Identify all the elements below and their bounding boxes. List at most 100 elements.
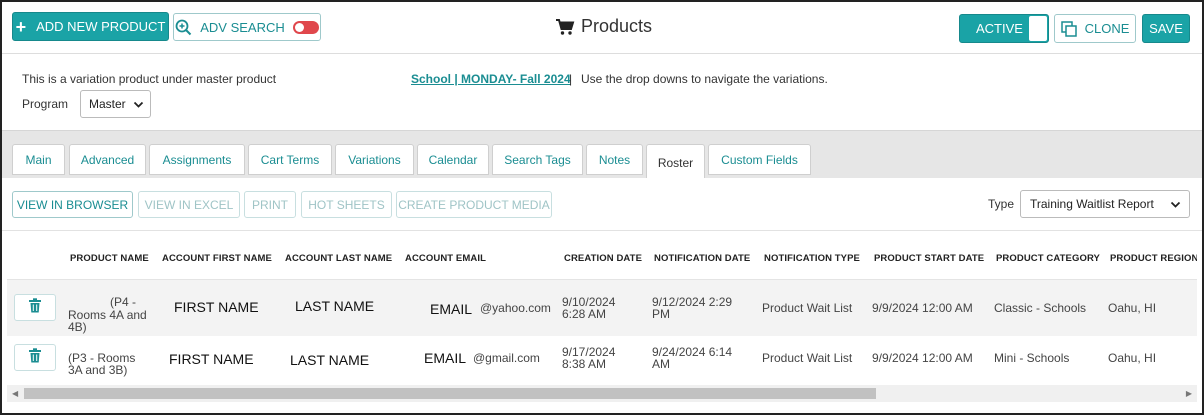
scrollbar-thumb[interactable]: [24, 388, 876, 399]
tab-label: Notes: [598, 152, 631, 167]
plus-icon: +: [15, 16, 27, 37]
tab-label: Advanced: [80, 152, 135, 167]
notification-date-line: AM: [652, 357, 670, 371]
column-header[interactable]: PRODUCT NAME: [70, 253, 149, 264]
horizontal-scrollbar[interactable]: ◀ ▶: [7, 385, 1197, 402]
tab-main[interactable]: Main: [12, 144, 65, 175]
view-in-browser-label: VIEW IN BROWSER: [16, 197, 129, 212]
shopping-cart-icon: [555, 18, 575, 36]
print-label: PRINT: [252, 197, 288, 212]
notification-type: Product Wait List: [762, 351, 853, 365]
app-window: + ADD NEW PRODUCT ADV SEARCH Products AC…: [0, 0, 1204, 415]
page-header: Products: [555, 16, 652, 37]
view-in-browser-button[interactable]: VIEW IN BROWSER: [12, 191, 133, 218]
account-email-domain: @gmail.com: [473, 351, 540, 365]
save-button[interactable]: SAVE: [1142, 14, 1190, 43]
tab-label: Assignments: [162, 152, 232, 167]
add-new-product-button[interactable]: + ADD NEW PRODUCT: [12, 12, 169, 41]
scroll-right-icon[interactable]: ▶: [1186, 389, 1192, 398]
print-button[interactable]: PRINT: [244, 191, 296, 218]
product-region: Oahu, HI: [1108, 351, 1157, 365]
account-last-name: LAST NAME: [290, 352, 370, 368]
tab-label: Roster: [657, 155, 694, 170]
column-header[interactable]: ACCOUNT FIRST NAME: [162, 253, 272, 264]
info-separator: |: [569, 72, 573, 86]
chevron-down-icon: [133, 99, 144, 113]
product-name-line: 3A and 3B): [68, 363, 128, 377]
variation-note: This is a variation product under master…: [22, 72, 277, 86]
account-first-name: FIRST NAME: [169, 351, 254, 367]
create-product-media-button[interactable]: CREATE PRODUCT MEDIA: [396, 191, 552, 218]
scroll-left-icon[interactable]: ◀: [12, 389, 18, 398]
tab-label: Main: [25, 152, 52, 167]
tab-notes[interactable]: Notes: [586, 144, 643, 175]
product-name-line: (P4 -: [110, 295, 137, 309]
active-toggle-button[interactable]: ACTIVE: [959, 14, 1049, 43]
tab-label: Search Tags: [504, 152, 571, 167]
notification-type: Product Wait List: [762, 301, 853, 315]
trash-icon: [28, 297, 42, 318]
report-type-select[interactable]: Training Waitlist Report: [1020, 190, 1190, 218]
delete-row-button[interactable]: [14, 344, 56, 371]
active-toggle-knob: [1029, 16, 1047, 41]
tab-search-tags[interactable]: Search Tags: [492, 144, 583, 175]
column-header[interactable]: NOTIFICATION TYPE: [764, 253, 860, 264]
tab-label: Calendar: [428, 152, 478, 167]
adv-search-button[interactable]: ADV SEARCH: [173, 13, 321, 41]
column-header[interactable]: PRODUCT START DATE: [874, 253, 984, 264]
tab-advanced[interactable]: Advanced: [69, 144, 146, 175]
column-header[interactable]: PRODUCT REGION: [1110, 253, 1197, 264]
account-last-name: LAST NAME: [295, 298, 375, 314]
product-category: Classic - Schools: [994, 301, 1087, 315]
product-start-date: 9/9/2024 12:00 AM: [872, 351, 973, 365]
program-select-value: Master: [89, 97, 126, 111]
type-label: Type: [988, 197, 1015, 211]
tab-cart-terms[interactable]: Cart Terms: [248, 144, 332, 175]
creation-date-line: 6:28 AM: [562, 307, 607, 321]
roster-table: PRODUCT NAME ACCOUNT FIRST NAME ACCOUNT …: [7, 232, 1197, 382]
account-email-domain: @yahoo.com: [480, 301, 551, 315]
column-header[interactable]: PRODUCT CATEGORY: [996, 253, 1100, 264]
delete-row-button[interactable]: [14, 294, 56, 321]
program-label: Program: [22, 97, 69, 111]
table-row: (P3 - Rooms 3A and 3B) FIRST NAME LAST N…: [7, 336, 1197, 382]
trash-icon: [28, 347, 42, 368]
variation-info: This is a variation product under master…: [2, 55, 1202, 130]
clone-label: CLONE: [1084, 21, 1130, 36]
view-in-excel-label: VIEW IN EXCEL: [144, 197, 234, 212]
view-in-excel-button[interactable]: VIEW IN EXCEL: [138, 191, 240, 218]
column-header[interactable]: CREATION DATE: [564, 253, 642, 264]
product-start-date: 9/9/2024 12:00 AM: [872, 301, 973, 315]
create-product-media-label: CREATE PRODUCT MEDIA: [398, 197, 550, 212]
variation-hint: Use the drop downs to navigate the varia…: [581, 72, 828, 86]
tab-roster[interactable]: Roster: [646, 144, 705, 180]
column-header[interactable]: NOTIFICATION DATE: [654, 253, 750, 264]
program-select[interactable]: Master: [80, 90, 151, 118]
master-product-link[interactable]: School | MONDAY- Fall 2024: [411, 72, 571, 86]
tab-custom-fields[interactable]: Custom Fields: [708, 144, 811, 175]
chevron-down-icon: [1170, 199, 1181, 213]
top-toolbar: + ADD NEW PRODUCT ADV SEARCH Products AC…: [2, 2, 1202, 54]
account-email-label: EMAIL: [430, 301, 473, 317]
tab-assignments[interactable]: Assignments: [149, 144, 245, 175]
clone-button[interactable]: CLONE: [1054, 14, 1136, 43]
zoom-search-icon: [175, 19, 192, 36]
report-toolbar: VIEW IN BROWSER VIEW IN EXCEL PRINT HOT …: [2, 178, 1202, 231]
active-label: ACTIVE: [976, 21, 1023, 36]
account-first-name: FIRST NAME: [174, 299, 259, 315]
page-title: Products: [581, 16, 653, 36]
column-header[interactable]: ACCOUNT EMAIL: [405, 253, 486, 264]
adv-search-label: ADV SEARCH: [200, 19, 285, 35]
tab-calendar[interactable]: Calendar: [417, 144, 489, 175]
tab-bar: Main Advanced Assignments Cart Terms Var…: [2, 130, 1202, 180]
adv-search-toggle[interactable]: [292, 20, 319, 34]
hot-sheets-button[interactable]: HOT SHEETS: [301, 191, 392, 218]
tab-variations[interactable]: Variations: [335, 144, 414, 175]
save-label: SAVE: [1149, 21, 1183, 36]
notification-date-line: PM: [652, 307, 670, 321]
account-email-label: EMAIL: [424, 350, 467, 366]
tab-label: Custom Fields: [721, 152, 798, 167]
column-header[interactable]: ACCOUNT LAST NAME: [285, 253, 392, 264]
table-row: (P4 - Rooms 4A and 4B) FIRST NAME LAST N…: [7, 279, 1197, 336]
creation-date-line: 8:38 AM: [562, 357, 607, 371]
